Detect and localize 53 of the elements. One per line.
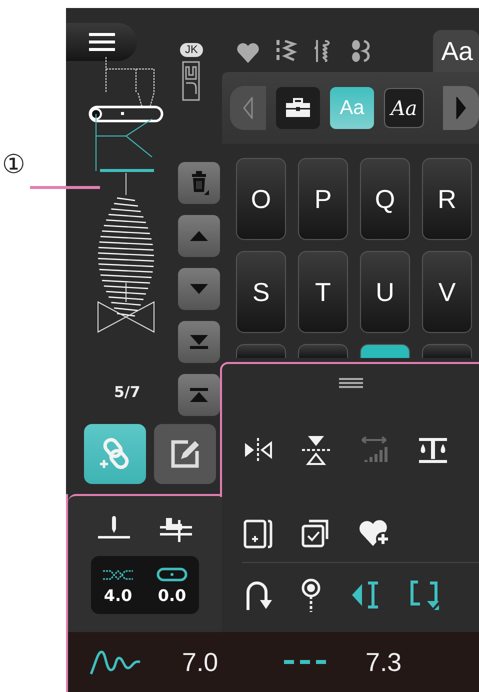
letter-key[interactable]: O [236,158,286,240]
navigation-button[interactable] [178,268,220,310]
presser-foot-icon [182,61,200,101]
next-button[interactable] [443,86,479,130]
font-button[interactable]: Aa [384,88,424,128]
delete-button[interactable] [178,162,220,204]
tool-button[interactable] [300,434,332,466]
needle-position-icon [96,514,132,540]
navigation-button[interactable] [178,321,220,363]
wavy-stitch-icon [88,648,142,676]
letter-key[interactable]: P [298,158,348,240]
letter-key[interactable]: Q [360,158,410,240]
edit-button[interactable] [154,424,216,484]
leader-line [30,186,100,189]
tool-button[interactable] [242,517,274,549]
callout-number: ① [2,150,26,180]
menu-icon [88,33,114,51]
balance-scale-icon [416,435,450,465]
length-value: 7.3 [366,646,402,678]
tool-button[interactable] [416,435,450,465]
toolbox-button[interactable] [276,87,320,129]
menu-button[interactable] [66,23,137,61]
zigzag-stitch-icon [274,38,298,64]
stitch-counter: 5/7 [114,383,140,401]
navigation-button[interactable] [178,374,220,416]
dashed-line-icon [284,659,326,665]
mirror-vertical-icon [300,434,332,466]
up-triangle-icon [189,230,209,242]
add-pattern-icon [242,517,274,549]
trash-icon [189,171,209,195]
letter-key[interactable]: S [236,251,286,333]
repeat-corner-icon [408,579,440,611]
slot-icon [155,566,189,584]
down-triangle-icon [189,283,209,295]
tool-button[interactable] [408,579,440,611]
letter-key[interactable]: T [298,251,348,333]
drag-handle-icon[interactable] [338,378,362,388]
jump-to-start-icon [189,387,209,403]
width-value: 7.0 [182,646,218,678]
briefcase-icon [285,98,311,118]
category-tab[interactable]: Aa [433,30,479,72]
navigation-button[interactable] [178,215,220,257]
heart-icon [236,42,260,64]
letter-key[interactable] [360,344,410,358]
letter-key[interactable]: R [422,158,472,240]
jump-to-end-icon [189,334,209,350]
letter-key[interactable]: V [422,251,472,333]
setting-value: 4.0 [104,586,132,604]
right-arrow-icon [455,97,467,119]
setting-value: 0.0 [158,586,186,604]
presser-foot-badge: JK [180,43,203,57]
letter-key[interactable]: U [360,251,410,333]
left-arrow-icon [242,97,254,119]
